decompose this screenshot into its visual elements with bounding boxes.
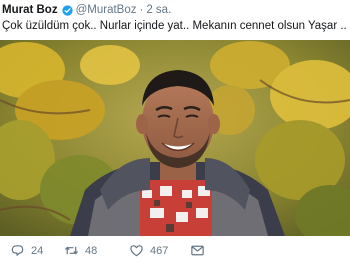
photo-image bbox=[0, 40, 350, 236]
direct-message-button[interactable] bbox=[190, 243, 211, 258]
direct-message-icon bbox=[191, 245, 204, 256]
separator-dot: · bbox=[139, 4, 144, 16]
like-icon bbox=[130, 245, 143, 257]
like-count: 467 bbox=[150, 244, 169, 257]
like-button[interactable]: 467 bbox=[129, 243, 168, 258]
retweet-button[interactable]: 48 bbox=[64, 243, 97, 258]
verified-badge-icon bbox=[61, 4, 73, 16]
author-name[interactable]: Murat Boz bbox=[2, 4, 58, 16]
tweet-actions: 24 48 467 bbox=[0, 240, 350, 262]
retweet-icon bbox=[64, 246, 79, 255]
author-handle[interactable]: @MuratBoz bbox=[76, 4, 137, 16]
retweet-count: 48 bbox=[85, 244, 98, 257]
tweet-text: Çok üzüldüm çok.. Nurlar içinde yat.. Me… bbox=[2, 20, 347, 32]
tweet-timestamp[interactable]: 2 sa. bbox=[146, 4, 171, 16]
reply-icon bbox=[11, 245, 24, 256]
tweet-header: Murat Boz @MuratBoz · 2 sa. bbox=[2, 2, 171, 18]
reply-button[interactable]: 24 bbox=[10, 243, 43, 258]
tweet-photo[interactable] bbox=[0, 40, 350, 236]
reply-count: 24 bbox=[31, 244, 44, 257]
